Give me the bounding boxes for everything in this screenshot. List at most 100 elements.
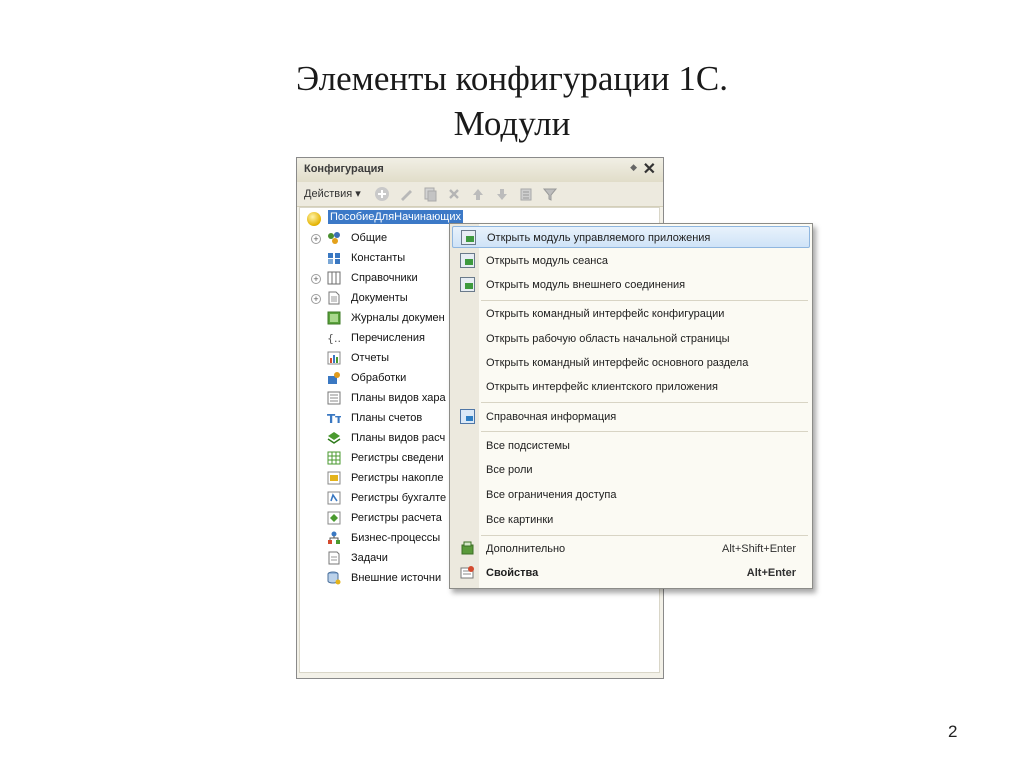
additional-icon [460, 541, 475, 556]
tree-item-label: Обработки [351, 372, 407, 384]
accum-registers-icon [327, 471, 341, 485]
journals-icon [327, 311, 341, 325]
business-processes-icon [327, 531, 341, 545]
data-processors-icon [327, 371, 341, 385]
tree-item-label: Внешние источни [351, 572, 442, 584]
menu-item-additional[interactable]: Дополнительно Alt+Shift+Enter [452, 538, 810, 560]
menu-item-open-external-connection-module[interactable]: Открыть модуль внешнего соединения [452, 274, 810, 296]
tree-item-label: Документы [351, 292, 408, 304]
window-titlebar: Конфигурация ◆ ✕ [297, 158, 663, 183]
window-title: Конфигурация [304, 163, 384, 175]
chart-of-accounts-icon: Тт [327, 411, 342, 426]
menu-separator [481, 300, 808, 301]
menu-item-open-client-app-interface[interactable]: Открыть интерфейс клиентского приложения [452, 376, 810, 398]
reports-icon [327, 351, 341, 365]
menu-item-shortcut: Alt+Shift+Enter [722, 543, 796, 555]
svg-text:Тт: Тт [327, 412, 341, 425]
expand-icon[interactable]: + [311, 294, 321, 304]
tree-item-label: Отчеты [351, 352, 390, 364]
tree-item-label: Общие [351, 232, 388, 244]
slide-title-line-1: Элементы конфигурации 1С. [296, 59, 728, 98]
move-down-icon[interactable] [494, 186, 510, 202]
menu-item-label: Дополнительно [486, 543, 566, 555]
menu-item-open-home-page-work-area[interactable]: Открыть рабочую область начальной страни… [452, 328, 810, 350]
tree-item-label: Задачи [351, 552, 388, 564]
module-icon [460, 253, 475, 268]
tree-item-label: Перечисления [351, 332, 425, 344]
enums-icon: {..} [327, 331, 348, 345]
menu-item-properties[interactable]: Свойства Alt+Enter [452, 562, 810, 584]
copy-icon[interactable] [422, 186, 438, 202]
menu-item-label: Все подсистемы [486, 440, 570, 452]
menu-item-label: Открыть командный интерфейс основного ра… [486, 357, 749, 369]
tree-root-label: ПособиеДляНачинающих [328, 210, 463, 224]
menu-separator [481, 431, 808, 432]
help-info-icon [460, 409, 475, 424]
menu-item-label: Открыть модуль сеанса [486, 255, 609, 267]
actions-menu-button[interactable]: Действия ▾ [304, 187, 361, 200]
menu-item-all-roles[interactable]: Все роли [452, 459, 810, 481]
menu-item-label: Открыть интерфейс клиентского приложения [486, 381, 719, 393]
catalogs-icon [327, 271, 341, 285]
properties-icon [460, 565, 475, 580]
expand-icon[interactable]: + [311, 274, 321, 284]
expand-icon[interactable]: + [311, 234, 321, 244]
menu-separator [481, 535, 808, 536]
tree-item-label: Планы видов хара [351, 392, 446, 404]
edit-icon[interactable] [398, 186, 414, 202]
slide-title-line-2: Модули [453, 104, 571, 143]
slide-title: Элементы конфигурации 1С. Модули [0, 56, 1024, 146]
close-icon[interactable]: ✕ [643, 159, 656, 179]
calc-registers-icon [327, 511, 341, 525]
add-icon[interactable] [374, 186, 390, 202]
delete-icon[interactable] [446, 186, 462, 202]
menu-item-label: Свойства [486, 567, 539, 579]
tree-item-label: Планы счетов [351, 412, 423, 424]
context-menu: Открыть модуль управляемого приложения О… [449, 223, 813, 589]
svg-text:{..}: {..} [327, 332, 341, 345]
menu-item-label: Все картинки [486, 514, 554, 526]
module-icon [461, 230, 476, 245]
menu-item-open-managed-app-module[interactable]: Открыть модуль управляемого приложения [452, 226, 810, 248]
tree-item-label: Планы видов расч [351, 432, 446, 444]
constants-icon [327, 251, 341, 265]
menu-item-help-info[interactable]: Справочная информация [452, 406, 810, 428]
menu-item-all-access-restrictions[interactable]: Все ограничения доступа [452, 484, 810, 506]
chart-of-calc-types-icon [327, 431, 341, 445]
module-icon [460, 277, 475, 292]
menu-item-label: Все ограничения доступа [486, 489, 617, 501]
menu-separator [481, 402, 808, 403]
tree-item-label: Константы [351, 252, 406, 264]
menu-item-open-config-command-interface[interactable]: Открыть командный интерфейс конфигурации [452, 303, 810, 325]
accounting-registers-icon [327, 491, 341, 505]
menu-item-open-main-section-command-interface[interactable]: Открыть командный интерфейс основного ра… [452, 352, 810, 374]
chart-of-char-types-icon [327, 391, 341, 405]
menu-item-all-subsystems[interactable]: Все подсистемы [452, 435, 810, 457]
menu-item-label: Справочная информация [486, 411, 617, 423]
menu-item-open-session-module[interactable]: Открыть модуль сеанса [452, 250, 810, 272]
move-up-icon[interactable] [470, 186, 486, 202]
menu-item-label: Открыть модуль внешнего соединения [486, 279, 686, 291]
list-icon[interactable] [518, 186, 534, 202]
filter-icon[interactable] [542, 186, 558, 202]
tree-item-label: Журналы докумен [351, 312, 445, 324]
menu-item-label: Открыть командный интерфейс конфигурации [486, 308, 725, 320]
tree-item-label: Бизнес-процессы [351, 532, 441, 544]
tree-item-label: Регистры накопле [351, 472, 444, 484]
menu-item-label: Открыть модуль управляемого приложения [487, 232, 711, 244]
tree-item-label: Регистры бухгалте [351, 492, 447, 504]
menu-item-shortcut: Alt+Enter [746, 567, 796, 579]
tree-item-label: Регистры сведени [351, 452, 444, 464]
menu-item-label: Открыть рабочую область начальной страни… [486, 333, 730, 345]
page-number: 2 [948, 722, 958, 741]
common-icon [327, 231, 341, 245]
menu-item-label: Все роли [486, 464, 533, 476]
tree-item-label: Справочники [351, 272, 418, 284]
documents-icon [327, 291, 341, 305]
info-registers-icon [327, 451, 341, 465]
pin-icon[interactable]: ◆ [630, 162, 637, 173]
window-toolbar: Действия ▾ [297, 182, 663, 207]
external-sources-icon [327, 571, 341, 585]
menu-item-all-pictures[interactable]: Все картинки [452, 509, 810, 531]
tree-item-label: Регистры расчета [351, 512, 442, 524]
